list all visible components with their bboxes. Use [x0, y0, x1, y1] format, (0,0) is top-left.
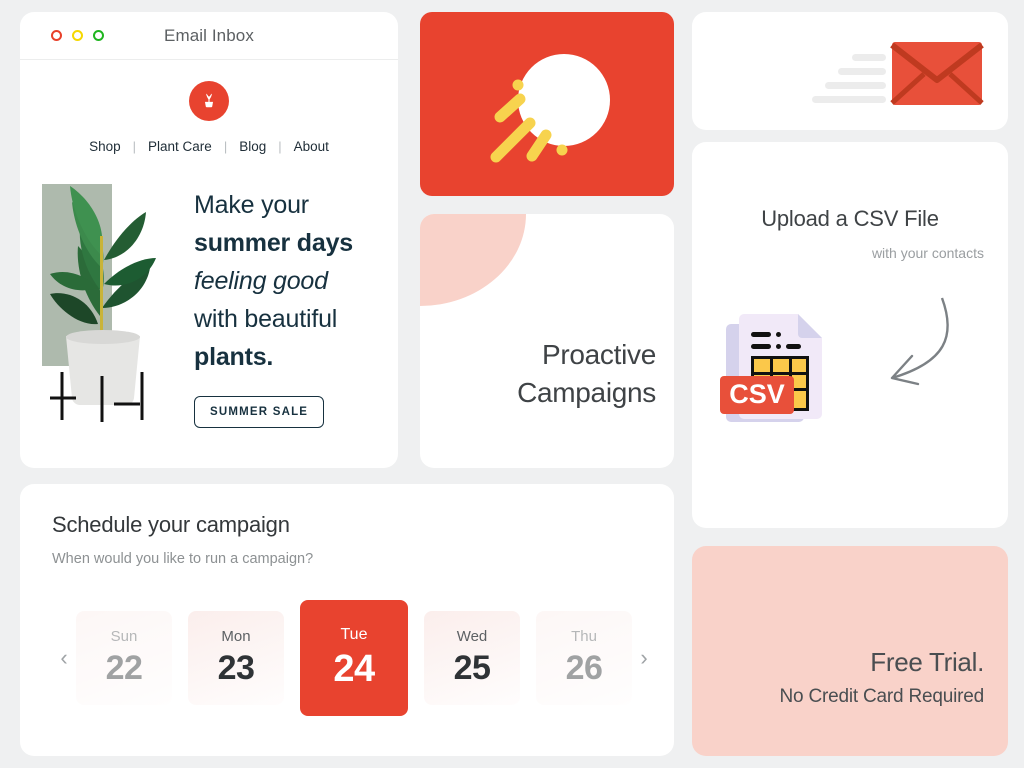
schedule-title: Schedule your campaign — [52, 512, 290, 537]
browser-window-card: Email Inbox Shop | Plant Care | Blog | A… — [20, 12, 398, 468]
day-label: Sun — [110, 628, 138, 645]
upload-csv-subtitle: with your contacts — [871, 245, 984, 261]
sending-envelope-card — [692, 12, 1008, 130]
pink-quarter-circle-decoration — [420, 214, 526, 306]
day-option-sun[interactable]: Sun 22 — [76, 611, 172, 705]
schedule-campaign-card: Schedule your campaign When would you li… — [20, 484, 674, 756]
day-picker-strip: ‹ Sun 22 Mon 23 Tue 24 Wed 25 Thu 26 › — [52, 600, 652, 716]
headline-line-2: summer days — [194, 229, 353, 257]
day-option-thu[interactable]: Thu 26 — [536, 611, 632, 705]
day-number: 26 — [565, 649, 603, 687]
day-label: Wed — [456, 628, 488, 645]
day-option-tue-selected[interactable]: Tue 24 — [300, 600, 408, 716]
page-root: Email Inbox Shop | Plant Care | Blog | A… — [0, 0, 1024, 768]
nav-item-blog[interactable]: Blog — [237, 139, 268, 154]
nav-separator: | — [278, 139, 282, 154]
nav-item-plant-care[interactable]: Plant Care — [146, 139, 214, 154]
day-picker-days: Sun 22 Mon 23 Tue 24 Wed 25 Thu 26 — [76, 600, 632, 716]
campaigns-title: Proactive Campaigns — [517, 336, 656, 412]
nav-item-shop[interactable]: Shop — [87, 139, 123, 154]
headline-line-3: feeling good — [194, 267, 328, 295]
upload-csv-card: Upload a CSV File with your contacts CSV — [692, 142, 1008, 528]
chevron-right-icon[interactable]: › — [632, 647, 656, 669]
day-option-mon[interactable]: Mon 23 — [188, 611, 284, 705]
headline-line-1: Make your — [194, 191, 309, 219]
nav-separator: | — [132, 139, 137, 154]
day-number: 24 — [333, 647, 375, 690]
proactive-campaigns-card: Proactive Campaigns — [420, 214, 674, 468]
csv-file-icon[interactable]: CSV — [720, 300, 850, 435]
campaigns-title-line-2: Campaigns — [517, 377, 656, 409]
day-label: Mon — [221, 628, 251, 645]
hero-copy: Make your summer days feeling good with … — [186, 176, 384, 428]
schedule-subtitle: When would you like to run a campaign? — [52, 551, 314, 567]
hero-headline: Make your summer days feeling good with … — [194, 186, 384, 376]
free-trial-subtitle: No Credit Card Required — [779, 686, 985, 707]
hero-section: Make your summer days feeling good with … — [20, 176, 398, 428]
day-option-wed[interactable]: Wed 25 — [424, 611, 520, 705]
free-trial-title: Free Trial. — [870, 647, 984, 677]
svg-text:CSV: CSV — [729, 379, 785, 409]
day-number: 25 — [453, 649, 491, 687]
brand-logo[interactable] — [189, 81, 229, 121]
campaigns-title-line-1: Proactive — [541, 339, 656, 371]
day-number: 22 — [105, 649, 143, 687]
headline-line-5: plants. — [194, 343, 274, 371]
sun-with-rays-icon — [420, 54, 674, 196]
nav-item-about[interactable]: About — [292, 139, 331, 154]
summer-sale-button[interactable]: SUMMER SALE — [194, 396, 325, 428]
free-trial-card: Free Trial. No Credit Card Required — [692, 546, 1008, 756]
day-number: 23 — [217, 649, 255, 687]
potted-plant-icon — [198, 88, 220, 115]
curved-arrow-icon — [860, 292, 960, 407]
day-label: Thu — [571, 628, 597, 645]
headline-line-4: with beautiful — [194, 305, 338, 333]
sending-envelope-icon — [692, 42, 1008, 130]
upload-csv-title: Upload a CSV File — [761, 206, 939, 231]
maximize-dot-icon[interactable] — [93, 30, 104, 41]
minimize-dot-icon[interactable] — [72, 30, 83, 41]
site-navbar: Shop | Plant Care | Blog | About — [20, 139, 398, 154]
chevron-left-icon[interactable]: ‹ — [52, 647, 76, 669]
traffic-light-dots — [51, 30, 104, 41]
close-dot-icon[interactable] — [51, 30, 62, 41]
day-label: Tue — [340, 625, 368, 643]
browser-titlebar: Email Inbox — [20, 12, 398, 60]
hero-plant-image — [20, 176, 186, 426]
sun-illustration-card — [420, 12, 674, 196]
nav-separator: | — [223, 139, 228, 154]
